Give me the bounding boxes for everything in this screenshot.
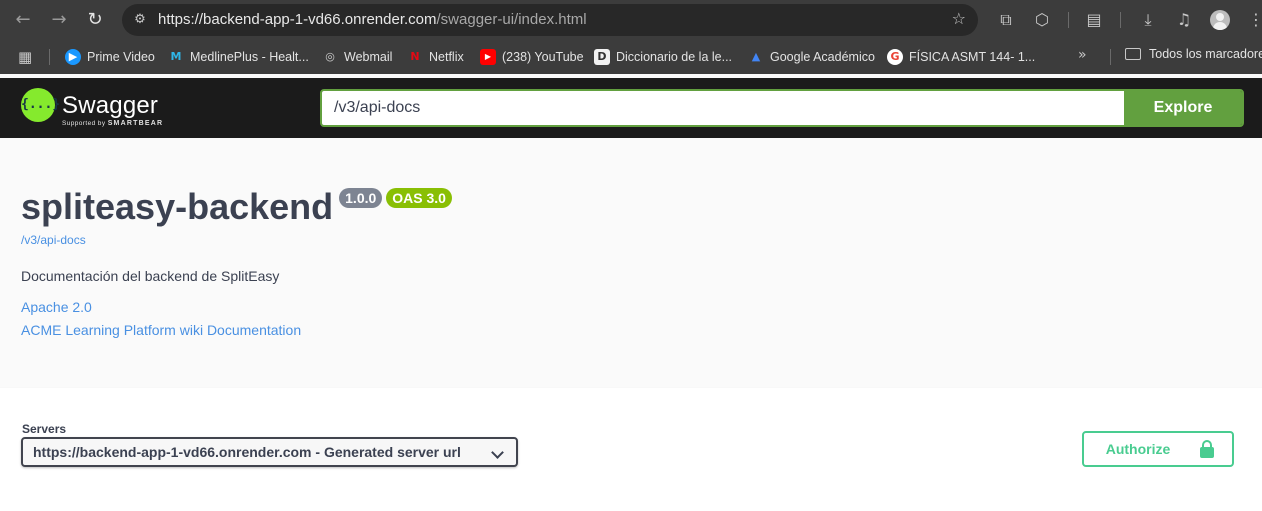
reload-icon[interactable]: ↻ xyxy=(83,8,107,32)
servers-label: Servers xyxy=(22,422,67,436)
api-description: Documentación del backend de SplitEasy xyxy=(21,268,280,284)
license-link[interactable]: Apache 2.0 xyxy=(21,299,92,315)
url-host: https://backend-app-1-vd66.onrender.com xyxy=(158,11,437,28)
url-path: /swagger-ui/index.html xyxy=(436,11,587,28)
folder-label: Todos los marcadores xyxy=(1149,47,1262,61)
medlineplus-icon: M xyxy=(170,50,182,63)
api-info-section: spliteasy-backend 1.0.0 OAS 3.0 /v3/api-… xyxy=(0,138,1262,388)
download-icon[interactable]: ⤓ xyxy=(1136,8,1160,32)
toolbar-divider xyxy=(1120,12,1121,28)
operations-area xyxy=(0,498,1262,511)
all-bookmarks-folder[interactable]: Todos los marcadores xyxy=(1125,47,1262,61)
bookmark-item[interactable]: M MedlinePlus - Healt... xyxy=(168,47,309,67)
bookmarks-divider xyxy=(1110,49,1111,65)
media-control-icon[interactable]: ♫ xyxy=(1172,8,1196,32)
swagger-logo-text[interactable]: Swagger xyxy=(62,92,158,120)
prime-video-icon: ▶ xyxy=(65,49,81,65)
bookmark-label: Webmail xyxy=(344,50,393,64)
bookmark-label: Google Académico xyxy=(770,50,875,64)
scholar-cap-icon: ▲ xyxy=(751,50,761,63)
bookmark-label: (238) YouTube xyxy=(502,50,584,64)
authorize-button[interactable]: Authorize xyxy=(1082,431,1234,467)
bookmark-item[interactable]: ▶ (238) YouTube xyxy=(480,47,584,67)
arrow-right-icon[interactable]: → xyxy=(47,8,71,32)
servers-selected-value: https://backend-app-1-vd66.onrender.com … xyxy=(33,444,461,460)
authorize-label: Authorize xyxy=(1105,441,1171,457)
swagger-topbar: {...} Swagger Supported by SMARTBEAR Exp… xyxy=(0,78,1262,138)
spec-url-link[interactable]: /v3/api-docs xyxy=(21,233,86,247)
folder-icon xyxy=(1125,48,1141,60)
bookmarks-bar: ▦ ▶ Prime Video M MedlinePlus - Healt...… xyxy=(0,40,1262,74)
bookmarks-divider xyxy=(49,49,50,65)
external-docs-link[interactable]: ACME Learning Platform wiki Documentatio… xyxy=(21,322,301,338)
toolbar-divider xyxy=(1068,12,1069,28)
chevron-down-icon xyxy=(491,446,504,459)
browser-toolbar: ← → ↻ ⚙ https://backend-app-1-vd66.onren… xyxy=(0,0,1262,40)
bookmark-item[interactable]: ◎ Webmail xyxy=(322,47,392,67)
swagger-logo-icon[interactable]: {...} xyxy=(21,88,60,122)
unlock-icon xyxy=(1200,440,1215,458)
tab-search-icon[interactable]: ⧉ xyxy=(994,8,1018,32)
chevron-double-right-icon[interactable]: » xyxy=(1078,47,1087,63)
bookmark-item[interactable]: G FÍSICA ASMT 144- 1... xyxy=(887,47,1035,67)
bookmark-label: Diccionario de la le... xyxy=(616,50,733,64)
youtube-icon: ▶ xyxy=(480,49,496,65)
arrow-left-icon[interactable]: ← xyxy=(11,8,35,32)
reading-mode-icon[interactable]: ▤ xyxy=(1082,8,1106,32)
puzzle-icon[interactable]: ⬡ xyxy=(1030,8,1054,32)
bookmark-item[interactable]: N Netflix xyxy=(407,47,464,67)
dictionary-icon: D xyxy=(594,49,610,65)
version-badge: 1.0.0 xyxy=(339,188,383,208)
bookmark-label: MedlinePlus - Healt... xyxy=(190,50,309,64)
swagger-logo-subtitle: Supported by SMARTBEAR xyxy=(62,120,163,127)
title-row: spliteasy-backend 1.0.0 OAS 3.0 xyxy=(21,185,452,229)
spec-url-input[interactable] xyxy=(322,91,1124,125)
bookmark-item[interactable]: ▲ Google Académico xyxy=(748,47,875,67)
servers-select[interactable]: https://backend-app-1-vd66.onrender.com … xyxy=(21,437,518,467)
google-icon: G xyxy=(887,49,903,65)
kebab-menu-icon[interactable]: ⋮ xyxy=(1244,8,1262,32)
address-bar[interactable]: ⚙ https://backend-app-1-vd66.onrender.co… xyxy=(122,4,978,36)
scheme-container: Servers https://backend-app-1-vd66.onren… xyxy=(0,388,1262,498)
oas-badge: OAS 3.0 xyxy=(386,188,452,208)
globe-icon: ◎ xyxy=(325,50,335,63)
bookmark-label: Netflix xyxy=(429,50,464,64)
apps-grid-icon[interactable]: ▦ xyxy=(18,48,36,66)
tune-icon[interactable]: ⚙ xyxy=(130,10,150,30)
sub-brand: SMARTBEAR xyxy=(107,120,164,127)
bookmark-label: FÍSICA ASMT 144- 1... xyxy=(909,50,1036,64)
star-icon[interactable]: ☆ xyxy=(952,9,966,28)
netflix-icon: N xyxy=(410,50,420,63)
url-text[interactable]: https://backend-app-1-vd66.onrender.com/… xyxy=(158,11,587,28)
explore-button[interactable]: Explore xyxy=(1124,91,1242,125)
bookmark-label: Prime Video xyxy=(87,50,155,64)
bookmark-item[interactable]: D Diccionario de la le... xyxy=(594,47,732,67)
sub-prefix: Supported by xyxy=(62,120,106,127)
explore-form: Explore xyxy=(320,89,1244,127)
avatar-icon[interactable] xyxy=(1210,10,1230,30)
page-title: spliteasy-backend xyxy=(21,186,334,227)
bookmark-item[interactable]: ▶ Prime Video xyxy=(65,47,155,67)
